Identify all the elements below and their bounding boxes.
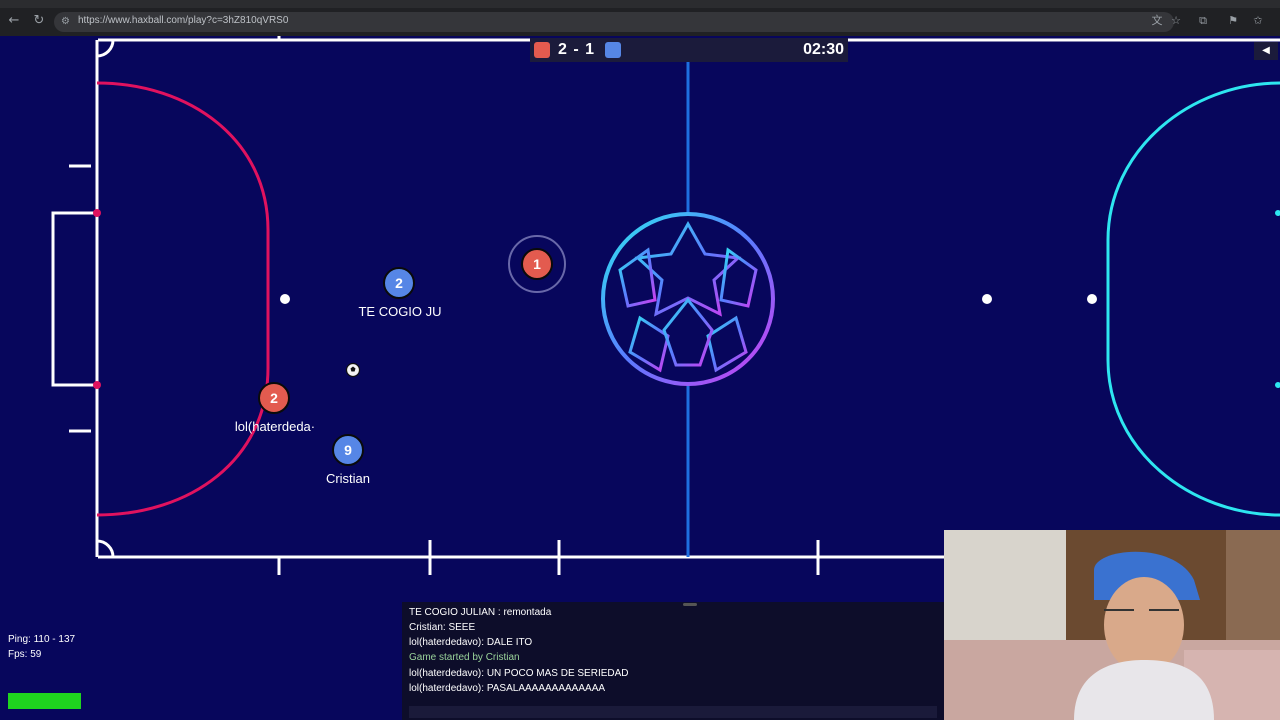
puzzle-icon[interactable]: ⧉ [1196, 14, 1210, 28]
tab-strip [0, 0, 1280, 8]
chat-panel: TE COGIO JULIAN : remontada Cristian: SE… [402, 602, 944, 720]
arrow-left-icon[interactable]: ← [6, 13, 22, 29]
webcam-overlay [944, 530, 1280, 720]
blue-team-indicator [605, 42, 621, 58]
favorites-icon[interactable]: ✩ [1251, 14, 1265, 28]
address-bar[interactable]: ⚙ https://www.haxball.com/play?c=3hZ810q… [54, 12, 1174, 32]
chat-system-message: Game started by Cristian [409, 652, 520, 663]
chat-message: lol(haterdedavo): UN POCO MAS DE SERIEDA… [409, 668, 629, 679]
game-clock: 02:30 [803, 41, 844, 58]
champions-ball-logo [601, 212, 775, 386]
ping-text: Ping: 110 - 137 [8, 634, 76, 645]
player-red-2: 2 [258, 382, 290, 414]
site-info-icon[interactable]: ⚙ [61, 15, 73, 28]
translate-icon[interactable]: 文 [1150, 14, 1164, 28]
scoreboard: 2 - 1 02:30 [530, 38, 848, 62]
chat-resize-handle[interactable] [683, 603, 697, 606]
url-text[interactable]: https://www.haxball.com/play?c=3hZ810qVR… [78, 15, 288, 26]
chat-message: Cristian: SEEE [409, 622, 476, 633]
extension-icon[interactable]: ⚑ [1226, 14, 1240, 28]
star-icon[interactable]: ☆ [1169, 14, 1183, 28]
player-name: lol(haterdeda· [234, 419, 316, 434]
chat-input[interactable] [409, 706, 937, 718]
red-team-indicator [534, 42, 550, 58]
reload-icon[interactable]: ↻ [31, 13, 47, 29]
chat-message: lol(haterdedavo): PASALAAAAAAAAAAAAA [409, 683, 606, 694]
chat-message: lol(haterdedavo): DALE ITO [409, 637, 533, 648]
chat-message: TE COGIO JULIAN : remontada [409, 607, 552, 618]
player-blue-2: 2 [383, 267, 415, 299]
fps-text: Fps: 59 [8, 649, 42, 660]
player-name: TE COGIO JU [358, 304, 442, 319]
fps-graph [8, 693, 81, 709]
webcam-image [944, 530, 1280, 720]
player-name: Cristian [325, 471, 371, 486]
collapse-triangle-icon[interactable]: ◀ [1254, 42, 1278, 60]
player-blue-9: 9 [332, 434, 364, 466]
player-red-1: 1 [521, 248, 553, 280]
soccer-ball-icon [345, 362, 361, 378]
score: 2 - 1 [558, 41, 596, 58]
network-stats: Ping: 110 - 137 Fps: 59 [8, 632, 75, 662]
